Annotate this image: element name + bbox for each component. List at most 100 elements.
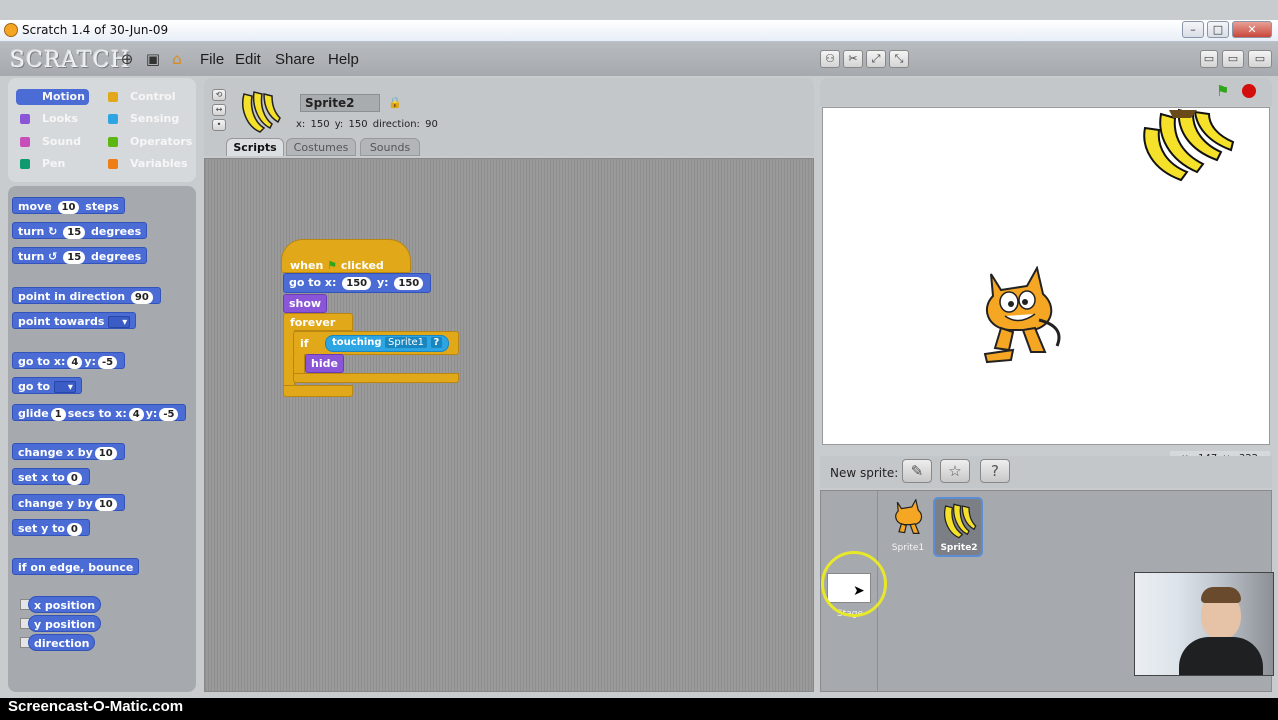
category-control[interactable]: Control bbox=[104, 89, 177, 105]
block-set-y[interactable]: set y to 0 bbox=[12, 519, 90, 536]
minimize-button[interactable]: – bbox=[1182, 21, 1204, 38]
window-title: Scratch 1.4 of 30-Jun-09 bbox=[22, 23, 169, 37]
random-sprite-icon[interactable]: ? bbox=[980, 459, 1010, 483]
block-go-to-xy[interactable]: go to x: 4 y: -5 bbox=[12, 352, 126, 369]
block-input[interactable]: 4 bbox=[128, 408, 144, 421]
new-sprite-bar: New sprite: ✎ ☆ ? bbox=[820, 456, 1272, 488]
go-to-xy-block[interactable]: go to x: 150 y: 150 bbox=[283, 273, 432, 293]
category-looks[interactable]: Looks bbox=[16, 111, 89, 127]
touching-block[interactable]: touching Sprite1 ? bbox=[325, 335, 450, 352]
sprite-coordinates: x: 150 y: 150 direction: 90 bbox=[296, 119, 438, 130]
share-icon[interactable]: ⌂ bbox=[169, 51, 185, 67]
touching-target-dropdown[interactable]: Sprite1 bbox=[385, 337, 428, 348]
sprite-label: Sprite2 bbox=[940, 543, 978, 553]
menu-file[interactable]: File bbox=[200, 51, 224, 68]
block-point-towards[interactable]: point towards bbox=[12, 312, 137, 331]
menu-share[interactable]: Share bbox=[275, 51, 315, 68]
block-bounce[interactable]: if on edge, bounce bbox=[12, 558, 140, 575]
webcam-person-hair bbox=[1201, 587, 1241, 603]
block-input[interactable]: 150 bbox=[394, 277, 424, 290]
block-move[interactable]: move 10 steps bbox=[12, 197, 125, 214]
globe-icon[interactable]: ⊕ bbox=[119, 51, 135, 67]
tab-scripts[interactable]: Scripts bbox=[226, 138, 284, 156]
tab-sounds[interactable]: Sounds bbox=[360, 138, 420, 156]
block-input[interactable]: -5 bbox=[97, 356, 118, 369]
block-dropdown[interactable] bbox=[53, 379, 76, 396]
block-input[interactable]: 15 bbox=[63, 251, 86, 264]
cat-sprite[interactable] bbox=[973, 266, 1067, 366]
paint-new-sprite-icon[interactable]: ✎ bbox=[902, 459, 932, 483]
category-operators[interactable]: Operators bbox=[104, 134, 192, 150]
script-stack[interactable]: when ⚑ clicked go to x: 150 y: 150 show … bbox=[281, 239, 461, 399]
block-change-x[interactable]: change x by 10 bbox=[12, 443, 125, 460]
banana-sprite[interactable] bbox=[1139, 108, 1237, 184]
tab-costumes[interactable]: Costumes bbox=[286, 138, 356, 156]
block-input[interactable]: 10 bbox=[57, 201, 80, 214]
grow-tool-icon[interactable]: ⤢ bbox=[866, 50, 886, 68]
category-sound[interactable]: Sound bbox=[16, 134, 89, 150]
block-input[interactable]: 10 bbox=[94, 447, 117, 460]
save-icon[interactable]: ▣ bbox=[145, 51, 161, 67]
flip-style-icon[interactable]: ↔ bbox=[212, 104, 226, 116]
when-flag-clicked-block[interactable]: when ⚑ clicked bbox=[281, 239, 411, 273]
block-input[interactable]: 1 bbox=[50, 408, 66, 421]
presentation-mode-icon[interactable]: ▭ bbox=[1248, 50, 1272, 68]
no-rotate-icon[interactable]: • bbox=[212, 119, 226, 131]
block-input[interactable]: 15 bbox=[63, 226, 86, 239]
choose-sprite-from-file-icon[interactable]: ☆ bbox=[940, 459, 970, 483]
close-button[interactable]: ✕ bbox=[1232, 21, 1272, 38]
category-variables[interactable]: Variables bbox=[104, 156, 188, 172]
block-input[interactable]: 10 bbox=[94, 498, 117, 511]
sprite-tile-1[interactable]: Sprite1 bbox=[885, 499, 931, 555]
block-dropdown[interactable] bbox=[108, 314, 131, 331]
green-flag-button[interactable]: ⚑ bbox=[1216, 84, 1229, 99]
stop-button[interactable] bbox=[1242, 84, 1256, 98]
hide-block[interactable]: hide bbox=[305, 354, 344, 373]
category-pen[interactable]: Pen bbox=[16, 156, 89, 172]
sensing-swatch bbox=[108, 114, 118, 124]
block-input[interactable]: -5 bbox=[159, 408, 179, 421]
normal-stage-icon[interactable]: ▭ bbox=[1222, 50, 1244, 68]
menu-bar: SCRATCH ⊕ ▣ ⌂ File Edit Share Help ⚇ ✂ ⤢… bbox=[0, 42, 1278, 76]
block-turn-right[interactable]: turn ↻ 15 degrees bbox=[12, 222, 148, 239]
duplicate-tool-icon[interactable]: ⚇ bbox=[820, 50, 840, 68]
webcam-person-body bbox=[1179, 637, 1263, 675]
menu-help[interactable]: Help bbox=[328, 51, 359, 68]
stage-header: ⚑ bbox=[820, 78, 1272, 106]
sprite-info-panel: ⟲ ↔ • Sprite2 🔒 x: 150 y: 150 direction:… bbox=[204, 78, 814, 156]
sprite-name-field[interactable]: Sprite2 bbox=[300, 94, 380, 112]
script-area[interactable]: when ⚑ clicked go to x: 150 y: 150 show … bbox=[204, 158, 814, 692]
block-point-in-direction[interactable]: point in direction 90 bbox=[12, 287, 161, 304]
block-change-y[interactable]: change y by 10 bbox=[12, 494, 125, 511]
block-input[interactable]: 0 bbox=[66, 472, 82, 485]
category-motion[interactable]: Motion bbox=[16, 89, 89, 105]
block-turn-left[interactable]: turn ↺ 15 degrees bbox=[12, 247, 148, 264]
block-input[interactable]: 0 bbox=[66, 523, 82, 536]
lock-icon[interactable]: 🔒 bbox=[388, 96, 402, 109]
reporter-y-position[interactable]: y position bbox=[28, 615, 102, 632]
block-input[interactable]: 150 bbox=[342, 277, 372, 290]
block-input[interactable]: 4 bbox=[67, 356, 83, 369]
maximize-button[interactable]: □ bbox=[1207, 21, 1229, 38]
delete-tool-icon[interactable]: ✂ bbox=[843, 50, 863, 68]
block-input[interactable]: 90 bbox=[130, 291, 153, 304]
block-glide[interactable]: glide 1 secs to x: 4 y: -5 bbox=[12, 404, 187, 421]
new-sprite-label: New sprite: bbox=[830, 466, 899, 480]
category-sensing[interactable]: Sensing bbox=[104, 111, 179, 127]
banana-sprite-thumbnail bbox=[242, 91, 281, 133]
reporter-direction[interactable]: direction bbox=[28, 634, 96, 651]
reporter-x-position[interactable]: x position bbox=[28, 596, 102, 613]
webcam-overlay bbox=[1134, 572, 1274, 676]
block-set-x[interactable]: set x to 0 bbox=[12, 468, 90, 485]
shrink-tool-icon[interactable]: ⤡ bbox=[889, 50, 909, 68]
scratch-app-icon bbox=[4, 23, 18, 37]
rotate-style-icon[interactable]: ⟲ bbox=[212, 89, 226, 101]
menu-edit[interactable]: Edit bbox=[235, 51, 261, 68]
operators-swatch bbox=[108, 137, 118, 147]
small-stage-icon[interactable]: ▭ bbox=[1200, 50, 1218, 68]
show-block[interactable]: show bbox=[283, 294, 328, 313]
stage[interactable] bbox=[822, 107, 1270, 445]
sprite-tile-2[interactable]: Sprite2 bbox=[933, 497, 983, 557]
block-go-to[interactable]: go to bbox=[12, 377, 82, 396]
forever-block[interactable]: forever bbox=[283, 313, 353, 331]
